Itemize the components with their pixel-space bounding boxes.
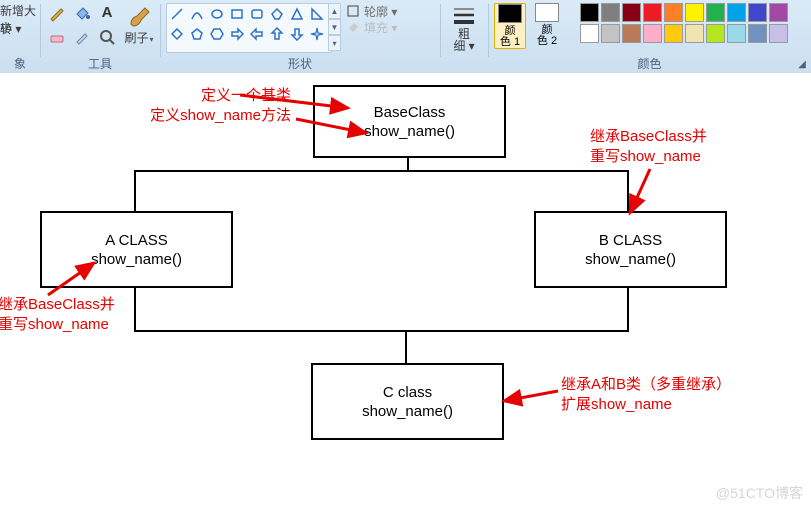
palette-swatch[interactable] [580,24,599,43]
palette-swatch[interactable] [685,24,704,43]
eraser-tool-icon[interactable] [46,28,68,50]
pencil-tool-icon[interactable] [46,4,68,26]
shapes-gallery[interactable] [166,3,332,53]
group-label-colors: 颜色 [488,55,811,72]
group-label-tools: 工具 [40,55,160,72]
palette-swatch[interactable] [601,24,620,43]
ribbon: 新增大小 转 ▾ 象 A 刷子▾ 工具 [0,0,811,74]
brushes-button[interactable]: 刷子▾ [118,2,160,48]
palette-swatch[interactable] [769,24,788,43]
shape-oval-icon[interactable] [208,5,226,23]
shape-curve-icon[interactable] [188,5,206,23]
palette-swatch[interactable] [664,3,683,22]
shape-arrow-right-icon[interactable] [228,25,246,43]
rotate-button[interactable]: 转 ▾ [0,20,21,37]
color-palette [580,3,790,45]
palette-swatch[interactable] [664,24,683,43]
watermark: @51CTO博客 [716,483,803,503]
palette-swatch[interactable] [580,3,599,22]
shape-fill-button[interactable]: 填充 ▾ [346,19,436,35]
eyedropper-tool-icon[interactable] [71,28,93,50]
palette-swatch[interactable] [601,3,620,22]
ribbon-group-colors: 颜 色 1 颜 色 2 颜色 ◢ [488,0,811,73]
shape-arrow-up-icon[interactable] [268,25,286,43]
palette-swatch[interactable] [727,3,746,22]
line-width-button[interactable]: 粗 细 ▾ [443,2,485,48]
ribbon-group-shapes: ▲▼▾ 轮廓 ▾ 填充 ▾ 形状 [160,0,440,73]
ribbon-group-tools: A 刷子▾ 工具 [40,0,160,73]
drawing-canvas[interactable]: BaseClass show_name() A CLASS show_name(… [0,73,811,509]
palette-swatch[interactable] [706,24,725,43]
shape-rtriangle-icon[interactable] [308,5,326,23]
palette-swatch[interactable] [685,3,704,22]
text-tool-icon[interactable]: A [96,4,118,26]
shapes-gallery-scroll[interactable]: ▲▼▾ [328,3,341,51]
palette-swatch[interactable] [622,24,641,43]
shape-triangle-icon[interactable] [288,5,306,23]
group-expand-icon[interactable]: ◢ [795,57,809,71]
group-label-image: 象 [0,55,40,72]
palette-swatch[interactable] [706,3,725,22]
shape-arrow-down-icon[interactable] [288,25,306,43]
group-label-shapes: 形状 [160,55,440,72]
shape-star4-icon[interactable] [308,25,326,43]
shape-arrow-left-icon[interactable] [248,25,266,43]
palette-swatch[interactable] [643,3,662,22]
palette-swatch[interactable] [748,3,767,22]
palette-swatch[interactable] [727,24,746,43]
arrows [0,73,811,509]
shape-polygon-icon[interactable] [268,5,286,23]
shape-pentagon-icon[interactable] [188,25,206,43]
shape-rect-icon[interactable] [228,5,246,23]
shape-line-icon[interactable] [168,5,186,23]
palette-swatch[interactable] [622,3,641,22]
magnifier-tool-icon[interactable] [96,28,118,50]
color1-button[interactable]: 颜 色 1 [494,3,526,49]
bucket-tool-icon[interactable] [71,4,93,26]
ribbon-group-image: 新增大小 转 ▾ 象 [0,0,40,73]
shape-hexagon-icon[interactable] [208,25,226,43]
ribbon-group-linewidth: 粗 细 ▾ [440,0,488,73]
color2-button[interactable]: 颜 色 2 [532,3,562,47]
palette-swatch[interactable] [748,24,767,43]
palette-swatch[interactable] [769,3,788,22]
shape-diamond-icon[interactable] [168,25,186,43]
shape-roundrect-icon[interactable] [248,5,266,23]
shape-outline-button[interactable]: 轮廓 ▾ [346,3,436,19]
palette-swatch[interactable] [643,24,662,43]
